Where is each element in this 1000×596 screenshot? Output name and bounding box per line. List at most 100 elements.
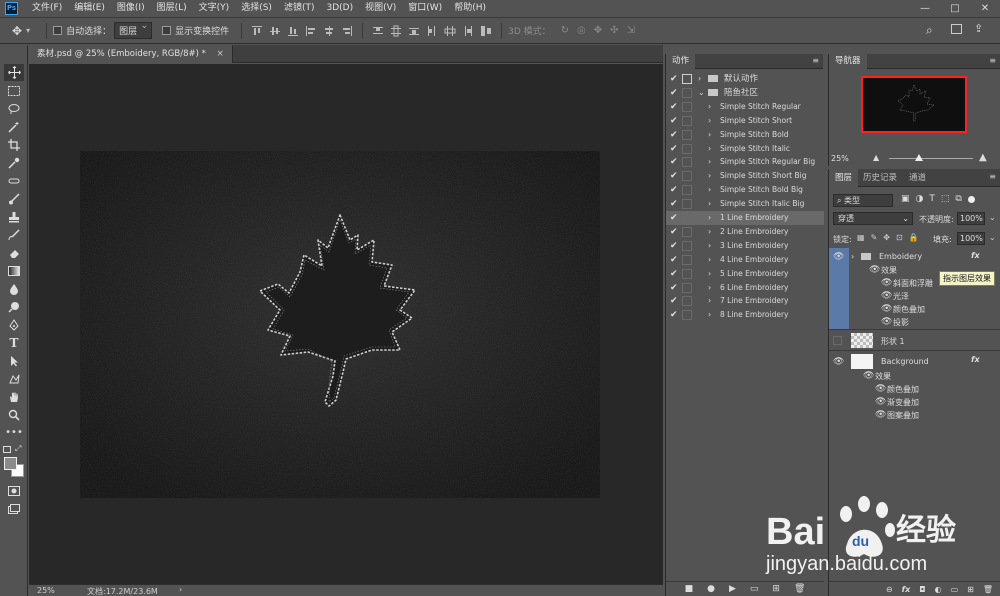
action-set[interactable]: ✔ › 默认动作 (666, 72, 824, 86)
share-icon[interactable]: ⇪ (974, 22, 983, 35)
action-item[interactable]: ✔ › 7 Line Embroidery (666, 294, 824, 308)
more-tools[interactable]: ••• (4, 424, 24, 441)
lock-transparency-icon[interactable]: ▦ (857, 233, 865, 242)
close-button[interactable]: ✕ (970, 0, 1000, 17)
layer-background[interactable]: 👁 Background fx 👁 效果 👁 颜色叠加 👁 渐变叠加 👁 图案叠… (829, 352, 1000, 422)
checkmark-icon[interactable]: ✔ (670, 211, 678, 225)
brush-tool[interactable] (4, 190, 24, 207)
eye-icon[interactable]: 👁 (881, 304, 892, 314)
dialog-toggle-box[interactable] (682, 157, 692, 168)
tab-actions[interactable]: 动作 (666, 54, 696, 69)
filter-toggle-icon[interactable] (967, 196, 975, 203)
eyedropper-tool[interactable] (4, 154, 24, 171)
default-colors-icon[interactable] (3, 446, 11, 453)
action-item[interactable]: ✔ › Simple Stitch Regular (666, 100, 824, 114)
play-icon[interactable]: ▶ (729, 584, 736, 594)
checkmark-icon[interactable]: ✔ (670, 169, 678, 183)
checkmark-icon[interactable]: ✔ (670, 114, 678, 128)
effect-color-overlay[interactable]: 颜色叠加 (887, 384, 919, 395)
tab-history[interactable]: 历史记录 (857, 169, 903, 187)
action-item[interactable]: ✔ › 3 Line Embroidery (666, 239, 824, 253)
menu-file[interactable]: 文件(F) (26, 0, 68, 17)
stamp-tool[interactable] (4, 208, 24, 225)
checkmark-icon[interactable]: ✔ (670, 128, 678, 142)
3d-rotate-icon[interactable]: ↻ (561, 25, 569, 36)
action-item[interactable]: ✔ › Simple Stitch Regular Big (666, 155, 824, 169)
action-item[interactable]: ✔ › Simple Stitch Bold Big (666, 183, 824, 197)
navigator-zoom[interactable]: 25% (831, 154, 849, 163)
action-item[interactable]: ✔ › Simple Stitch Italic Big (666, 197, 824, 211)
pixel-filter-icon[interactable]: ▣ (901, 194, 910, 204)
opacity-input[interactable]: 100% (957, 212, 985, 225)
expand-arrow-icon[interactable]: › (851, 252, 854, 261)
tab-navigator[interactable]: 导航器 (829, 54, 867, 69)
effect-color-overlay[interactable]: 颜色叠加 (893, 304, 925, 315)
align-left-icon[interactable] (305, 25, 317, 37)
layer-group-emboidery[interactable]: 👁 › Emboidery fx 👁 效果 👁 斜面和浮雕 👁 光泽 👁 颜色叠… (829, 248, 1000, 330)
screen-mode-button[interactable] (4, 500, 24, 517)
quick-mask-button[interactable] (4, 482, 24, 499)
chevron-right-icon[interactable]: › (708, 155, 711, 169)
chevron-right-icon[interactable]: › (708, 239, 711, 253)
tool-preset-arrow-icon[interactable]: ▾ (26, 26, 30, 35)
align-bottom-icon[interactable] (287, 25, 299, 37)
zoom-slider[interactable] (889, 158, 973, 159)
dialog-toggle-box[interactable] (682, 199, 692, 210)
tab-channels[interactable]: 通道 (903, 169, 932, 187)
chevron-right-icon[interactable]: › (708, 183, 711, 197)
auto-select-checkbox[interactable] (53, 26, 63, 35)
panel-menu-icon[interactable]: ≡ (989, 56, 996, 65)
menu-type[interactable]: 文字(Y) (193, 0, 236, 17)
status-arrow-icon[interactable]: › (179, 585, 182, 594)
action-item[interactable]: ✔ › 1 Line Embroidery (666, 211, 824, 225)
crop-tool[interactable] (4, 136, 24, 153)
eye-icon[interactable]: 👁 (881, 291, 892, 301)
chevron-right-icon[interactable]: › (708, 128, 711, 142)
hand-tool[interactable] (4, 388, 24, 405)
align-right-icon[interactable] (341, 25, 353, 37)
fx-badge[interactable]: fx (971, 355, 980, 364)
eye-icon[interactable]: 👁 (869, 265, 880, 275)
dialog-toggle-box[interactable] (682, 240, 692, 251)
checkmark-icon[interactable]: ✔ (670, 72, 678, 86)
dialog-toggle-box[interactable] (682, 101, 692, 112)
dialog-toggle-box[interactable] (682, 171, 692, 182)
record-icon[interactable]: ● (707, 584, 715, 594)
action-item[interactable]: ✔ › 2 Line Embroidery (666, 225, 824, 239)
checkmark-icon[interactable]: ✔ (670, 267, 678, 281)
eye-icon[interactable]: 👁 (881, 317, 892, 327)
eye-icon[interactable]: 👁 (875, 384, 886, 394)
distribute-bottom-icon[interactable] (408, 25, 420, 37)
zoom-slider-thumb[interactable] (915, 154, 923, 161)
lock-artboard-icon[interactable]: ⊡ (896, 233, 903, 242)
checkmark-icon[interactable]: ✔ (670, 142, 678, 156)
dodge-tool[interactable] (4, 298, 24, 315)
dialog-toggle-box[interactable] (682, 213, 692, 223)
restore-button[interactable]: □ (940, 0, 970, 17)
eye-icon[interactable]: 👁 (863, 371, 874, 381)
chevron-right-icon[interactable]: › (708, 211, 711, 225)
dialog-toggle-box[interactable] (682, 226, 692, 237)
workspace-icon[interactable] (951, 24, 962, 34)
navigator-view-box[interactable] (861, 76, 967, 133)
dialog-toggle-box[interactable] (682, 87, 692, 98)
auto-select-dropdown[interactable]: 图层 (114, 21, 153, 39)
menu-3d[interactable]: 3D(D) (320, 0, 359, 17)
menu-select[interactable]: 选择(S) (235, 0, 278, 17)
menu-help[interactable]: 帮助(H) (448, 0, 492, 17)
action-item[interactable]: ✔ › Simple Stitch Italic (666, 142, 824, 156)
checkmark-icon[interactable]: ✔ (670, 308, 678, 322)
3d-pan-icon[interactable]: ✥ (594, 25, 602, 36)
action-item[interactable]: ✔ › Simple Stitch Bold (666, 128, 824, 142)
type-filter-icon[interactable]: T (929, 194, 935, 204)
visibility-eye-icon[interactable]: 👁 (833, 357, 844, 367)
layer-name[interactable]: 形状 1 (881, 336, 905, 347)
gradient-tool[interactable] (4, 262, 24, 279)
blend-mode-dropdown[interactable]: 穿透 ⌄ (833, 212, 913, 225)
distribute-left-icon[interactable] (426, 25, 438, 37)
chevron-right-icon[interactable]: › (708, 253, 711, 267)
dialog-toggle-box[interactable] (682, 268, 692, 279)
3d-roll-icon[interactable]: ◎ (577, 25, 586, 36)
checkmark-icon[interactable]: ✔ (670, 294, 678, 308)
eraser-tool[interactable] (4, 244, 24, 261)
